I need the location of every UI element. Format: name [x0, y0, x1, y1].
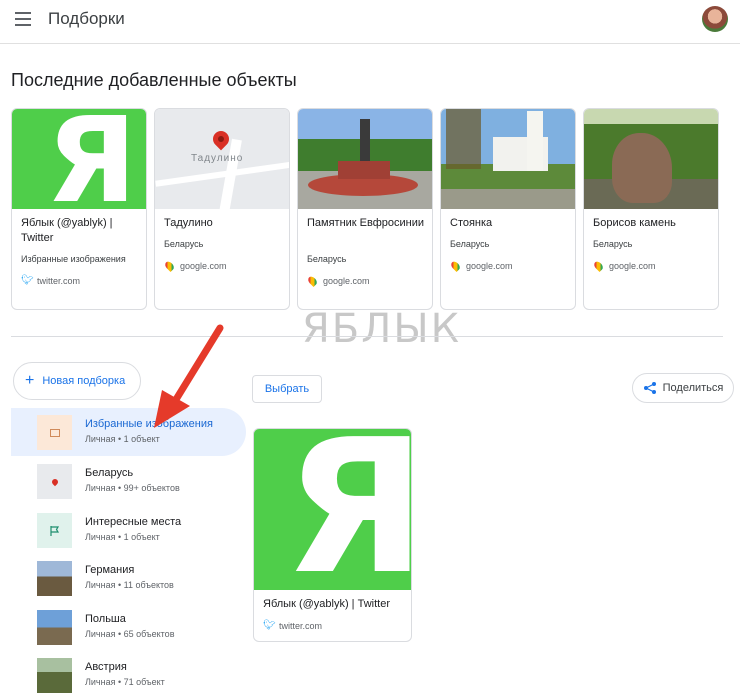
collection-item-belarus[interactable]: Беларусь Личная • 99+ объектов [11, 457, 246, 505]
select-button[interactable]: Выбрать [252, 375, 322, 403]
card-title: Тадулино [164, 217, 213, 229]
card-subtitle: Избранные изображения [21, 254, 126, 264]
red-arrow-annotation [154, 324, 224, 428]
collection-item-poland[interactable]: Польша Личная • 65 объектов [11, 603, 246, 651]
card-source: 🐦︎ twitter.com [263, 620, 323, 632]
avatar[interactable] [702, 6, 728, 32]
germany-photo [37, 561, 72, 596]
menu-icon[interactable] [15, 12, 31, 26]
recent-card-stone[interactable]: Борисов камень Беларусь google.com [583, 108, 719, 310]
card-title: Яблык (@yablyk) | Twitter [263, 598, 390, 610]
map-pin-icon [209, 127, 233, 151]
card-source: google.com [305, 274, 370, 288]
watermark: ЯБЛЫК [302, 306, 462, 352]
card-source: google.com [162, 259, 227, 273]
collection-item-places[interactable]: Интересные места Личная • 1 объект [11, 506, 246, 554]
card-title: Стоянка [450, 217, 493, 229]
image-icon [37, 415, 72, 450]
poland-photo [37, 610, 72, 645]
recent-card-parking[interactable]: Стоянка Беларусь google.com [440, 108, 576, 310]
recent-card-tadulino[interactable]: Тадулино Тадулино Беларусь google.com [154, 108, 290, 310]
card-subtitle: Беларусь [593, 239, 633, 249]
card-title: Памятник Евфросинии [307, 217, 425, 229]
share-button[interactable]: Поделиться [632, 373, 734, 403]
google-maps-icon [448, 259, 462, 273]
collection-item-card[interactable]: Я Яблык (@yablyk) | Twitter 🐦︎twitter.co… [253, 428, 412, 642]
card-source: google.com [591, 259, 656, 273]
new-collection-button[interactable]: + Новая подборка [13, 362, 141, 400]
divider [11, 336, 723, 337]
church-photo [441, 109, 575, 209]
map-thumbnail: Тадулино [155, 109, 289, 209]
card-subtitle: Беларусь [307, 254, 347, 264]
stone-photo [584, 109, 718, 209]
austria-photo [37, 658, 72, 693]
flag-icon [37, 513, 72, 548]
monument-photo [298, 109, 432, 209]
card-subtitle: Беларусь [164, 239, 204, 249]
collection-item-austria[interactable]: Австрия Личная • 71 объект [11, 651, 246, 699]
collection-item-germany[interactable]: Германия Личная • 11 объектов [11, 554, 246, 602]
card-subtitle: Беларусь [450, 239, 490, 249]
twitter-icon: 🐦︎ [263, 620, 276, 631]
share-icon [643, 382, 656, 394]
yablyk-logo-thumbnail: Я [254, 429, 411, 590]
map-thumbnail [37, 464, 72, 499]
google-maps-icon [591, 259, 605, 273]
card-title: Яблык (@yablyk) | Twitter [21, 217, 113, 244]
yablyk-logo-thumbnail: Я [12, 109, 146, 209]
google-maps-icon [305, 274, 319, 288]
google-maps-icon [162, 259, 176, 273]
card-title: Борисов камень [593, 217, 676, 229]
plus-icon: + [25, 372, 35, 389]
page-title: Подборки [48, 9, 125, 28]
twitter-icon: 🐦︎ [21, 275, 34, 286]
recent-card-yablyk[interactable]: Я Яблык (@yablyk) | Twitter Избранные из… [11, 108, 147, 310]
card-source: google.com [448, 259, 513, 273]
top-bar: Подборки [0, 0, 740, 44]
recent-section-title: Последние добавленные объекты [11, 70, 297, 90]
card-source: 🐦︎ twitter.com [21, 275, 81, 287]
recent-card-monument[interactable]: Памятник Евфросинии Беларусь google.com [297, 108, 433, 310]
